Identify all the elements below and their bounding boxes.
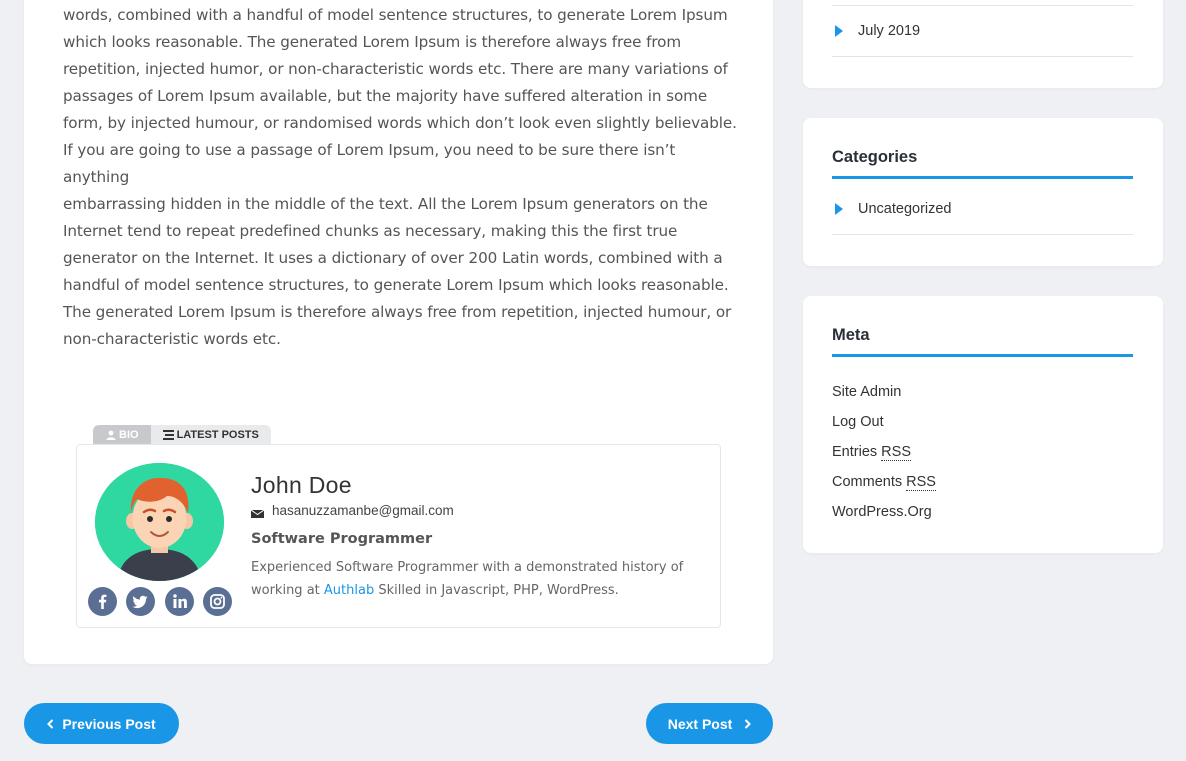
chevron-left-icon bbox=[47, 718, 54, 729]
twitter-button[interactable] bbox=[126, 587, 155, 616]
post-line: handful of model sentence structures, to… bbox=[63, 276, 729, 294]
post-line: generator on the Internet. It uses a dic… bbox=[63, 249, 723, 267]
previous-post-button[interactable]: Previous Post bbox=[24, 703, 179, 744]
entries-label: Entries bbox=[832, 444, 878, 460]
archives-widget: July 2019 bbox=[803, 0, 1163, 88]
post-line: Internet tend to repeat predefined chunk… bbox=[63, 222, 678, 240]
author-name: John Doe bbox=[251, 472, 352, 498]
entries-rss-link[interactable]: Entries RSS bbox=[832, 444, 911, 461]
authlab-link[interactable]: Authlab bbox=[324, 583, 374, 598]
chevron-right-icon bbox=[745, 718, 752, 729]
tab-latest-posts[interactable]: LATEST POSTS bbox=[150, 425, 271, 444]
author-avatar bbox=[95, 463, 224, 581]
categories-widget: Categories Uncategorized bbox=[803, 118, 1163, 266]
list-icon bbox=[162, 429, 174, 440]
archive-item[interactable]: July 2019 bbox=[832, 6, 1133, 57]
author-description: Experienced Software Programmer with a d… bbox=[251, 556, 711, 602]
tab-bio[interactable]: BIO bbox=[93, 425, 151, 444]
post-content: words, combined with a handful of model … bbox=[63, 2, 743, 353]
categories-title: Categories bbox=[832, 148, 918, 166]
post-line: embarrassing hidden in the middle of the… bbox=[63, 195, 708, 213]
tab-bio-label: BIO bbox=[119, 428, 139, 441]
user-icon bbox=[106, 430, 116, 440]
post-line: form, by injected humour, or randomised … bbox=[63, 114, 737, 132]
instagram-button[interactable] bbox=[203, 587, 232, 616]
caret-right-icon bbox=[835, 203, 843, 215]
author-role: Software Programmer bbox=[251, 531, 433, 547]
twitter-icon bbox=[132, 595, 148, 609]
meta-title: Meta bbox=[832, 326, 870, 344]
rss-abbr: RSS bbox=[881, 444, 911, 461]
author-tabs: BIO LATEST POSTS bbox=[93, 425, 271, 444]
post-line: words, combined with a handful of model … bbox=[63, 6, 728, 24]
categories-underline bbox=[832, 176, 1133, 179]
post-line: passages of Lorem Ipsum available, but t… bbox=[63, 87, 708, 105]
comments-rss-link[interactable]: Comments RSS bbox=[832, 474, 936, 491]
author-desc-text-end: Skilled in Javascript, PHP, WordPress. bbox=[374, 583, 619, 598]
archive-item-label: July 2019 bbox=[858, 23, 921, 39]
linkedin-icon bbox=[173, 594, 187, 608]
tab-latest-label: LATEST POSTS bbox=[176, 428, 259, 441]
next-post-button[interactable]: Next Post bbox=[646, 703, 773, 744]
author-email-text: hasanuzzamanbe@gmail.com bbox=[272, 503, 454, 518]
comments-label: Comments bbox=[832, 474, 903, 490]
instagram-icon bbox=[210, 594, 225, 609]
meta-widget: Meta Site Admin Log Out Entries RSS Comm… bbox=[803, 296, 1163, 553]
envelope-icon bbox=[251, 509, 264, 518]
previous-post-label: Previous Post bbox=[62, 715, 156, 732]
caret-right-icon bbox=[835, 25, 843, 37]
avatar-illustration bbox=[95, 463, 224, 581]
author-email[interactable]: hasanuzzamanbe@gmail.com bbox=[251, 503, 454, 518]
post-line: repetition, injected humor, or non-chara… bbox=[63, 60, 728, 78]
facebook-button[interactable] bbox=[88, 587, 117, 616]
rss-abbr: RSS bbox=[906, 474, 936, 491]
post-line: non-characteristic words etc. bbox=[63, 330, 281, 348]
log-out-link[interactable]: Log Out bbox=[832, 414, 884, 430]
category-item[interactable]: Uncategorized bbox=[832, 184, 1133, 235]
category-item-label: Uncategorized bbox=[858, 201, 952, 217]
post-line: The generated Lorem Ipsum is therefore a… bbox=[63, 303, 732, 321]
wordpress-org-link[interactable]: WordPress.Org bbox=[832, 504, 932, 520]
site-admin-link[interactable]: Site Admin bbox=[832, 384, 901, 400]
post-line: which looks reasonable. The generated Lo… bbox=[63, 33, 682, 51]
facebook-icon bbox=[99, 594, 107, 609]
next-post-label: Next Post bbox=[667, 715, 733, 732]
post-line: If you are going to use a passage of Lor… bbox=[63, 141, 676, 186]
linkedin-button[interactable] bbox=[165, 587, 194, 616]
meta-underline bbox=[832, 354, 1133, 357]
